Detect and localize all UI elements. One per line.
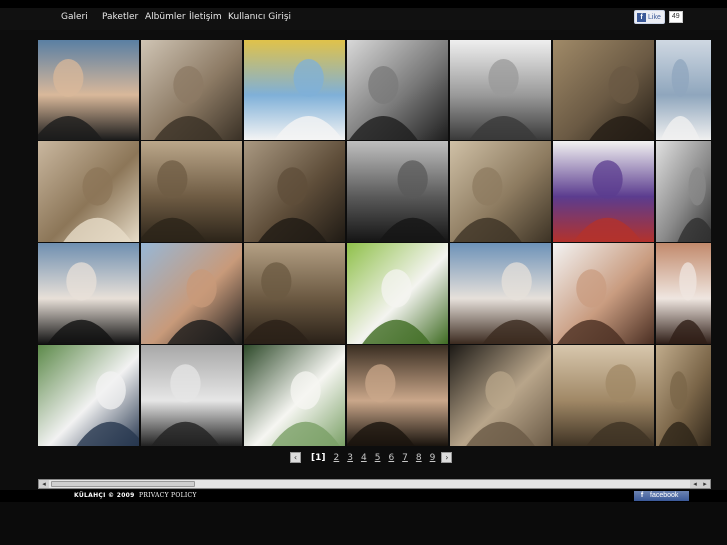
gallery-photo[interactable] — [553, 243, 654, 344]
facebook-like-button[interactable]: f Like — [634, 10, 665, 24]
facebook-like-widget: f Like 49 — [634, 10, 683, 24]
photo-image — [347, 141, 448, 242]
gallery-photo[interactable] — [244, 40, 345, 140]
gallery-photo[interactable] — [553, 345, 654, 446]
gallery-photo[interactable] — [141, 243, 242, 344]
nav-item-iletisim[interactable]: İletişim — [189, 12, 222, 22]
photo-image — [656, 345, 711, 446]
page-link-6[interactable]: 6 — [388, 453, 394, 463]
photo-image — [450, 345, 551, 446]
photo-image — [347, 243, 448, 344]
gallery-photo[interactable] — [656, 243, 711, 344]
gallery-photo[interactable] — [450, 141, 551, 242]
page-bottom — [0, 502, 727, 545]
nav-item-kullanici-girisi[interactable]: Kullanıcı Girişi — [228, 12, 291, 22]
photo-image — [38, 345, 139, 446]
photo-image — [38, 40, 139, 140]
gallery-photo[interactable] — [38, 243, 139, 344]
scroll-right-arrow-icon[interactable]: ▸ — [700, 480, 710, 488]
photo-image — [656, 243, 711, 344]
gallery-photo[interactable] — [347, 345, 448, 446]
facebook-like-label: Like — [648, 13, 661, 21]
photo-image — [141, 141, 242, 242]
photo-image — [553, 243, 654, 344]
photo-image — [244, 243, 345, 344]
gallery-photo[interactable] — [244, 345, 345, 446]
gallery-photo[interactable] — [347, 243, 448, 344]
page-link-3[interactable]: 3 — [347, 453, 353, 463]
facebook-badge-label: facebook — [650, 492, 679, 499]
top-strip — [0, 0, 727, 8]
photo-image — [347, 40, 448, 140]
scroll-left-arrow-icon-right[interactable]: ◂ — [690, 480, 700, 488]
gallery-photo[interactable] — [244, 243, 345, 344]
photo-image — [38, 141, 139, 242]
photo-image — [244, 345, 345, 446]
current-page: [1] — [311, 452, 326, 463]
facebook-icon: f — [640, 492, 644, 499]
nav-item-galeri[interactable]: Galeri — [61, 12, 88, 22]
prev-page-button[interactable]: ‹ — [290, 452, 301, 463]
page-link-9[interactable]: 9 — [430, 453, 436, 463]
main-nav: Galeri Paketler Albümler İletişim Kullan… — [0, 8, 727, 30]
scrollbar-thumb[interactable] — [51, 481, 195, 487]
facebook-badge-link[interactable]: f facebook — [634, 491, 689, 501]
facebook-icon: f — [637, 12, 646, 22]
page-link-5[interactable]: 5 — [375, 453, 381, 463]
photo-image — [141, 40, 242, 140]
gallery-photo[interactable] — [38, 40, 139, 140]
privacy-policy-link[interactable]: PRIVACY POLICY — [139, 492, 197, 499]
photo-image — [38, 243, 139, 344]
nav-item-paketler[interactable]: Paketler — [102, 12, 138, 22]
gallery-photo[interactable] — [141, 40, 242, 140]
gallery-photo[interactable] — [347, 40, 448, 140]
nav-item-albumler[interactable]: Albümler — [145, 12, 186, 22]
gallery-photo[interactable] — [141, 345, 242, 446]
gallery-photo[interactable] — [553, 141, 654, 242]
photo-gallery-grid — [38, 40, 711, 447]
photo-image — [450, 243, 551, 344]
gallery-photo[interactable] — [553, 40, 654, 140]
pagination: ‹ [1] 2 3 4 5 6 7 8 9 › — [290, 451, 453, 464]
gallery-photo[interactable] — [244, 141, 345, 242]
photo-image — [450, 141, 551, 242]
page-link-7[interactable]: 7 — [402, 453, 408, 463]
gallery-photo[interactable] — [656, 141, 711, 242]
photo-image — [553, 40, 654, 140]
photo-image — [553, 345, 654, 446]
page-link-8[interactable]: 8 — [416, 453, 422, 463]
gallery-photo[interactable] — [347, 141, 448, 242]
gallery-photo[interactable] — [450, 345, 551, 446]
gallery-photo[interactable] — [656, 40, 711, 140]
photo-image — [347, 345, 448, 446]
gallery-photo[interactable] — [450, 243, 551, 344]
photo-image — [244, 141, 345, 242]
photo-image — [450, 40, 551, 140]
gallery-photo[interactable] — [656, 345, 711, 446]
photo-image — [656, 40, 711, 140]
page-link-4[interactable]: 4 — [361, 453, 367, 463]
horizontal-scrollbar[interactable]: ◂ ◂ ▸ — [38, 479, 711, 489]
gallery-photo[interactable] — [38, 345, 139, 446]
photo-image — [141, 243, 242, 344]
gallery-photo[interactable] — [38, 141, 139, 242]
footer: KÜLAHÇI © 2009 PRIVACY POLICY — [0, 490, 727, 502]
copyright-text: KÜLAHÇI © 2009 — [74, 492, 135, 499]
photo-image — [656, 141, 711, 242]
next-page-button[interactable]: › — [441, 452, 453, 463]
photo-image — [244, 40, 345, 140]
page-link-2[interactable]: 2 — [334, 453, 340, 463]
photo-image — [141, 345, 242, 446]
gallery-photo[interactable] — [450, 40, 551, 140]
photo-image — [553, 141, 654, 242]
facebook-like-count: 49 — [668, 11, 683, 23]
gallery-photo[interactable] — [141, 141, 242, 242]
scroll-left-arrow-icon[interactable]: ◂ — [39, 480, 49, 488]
